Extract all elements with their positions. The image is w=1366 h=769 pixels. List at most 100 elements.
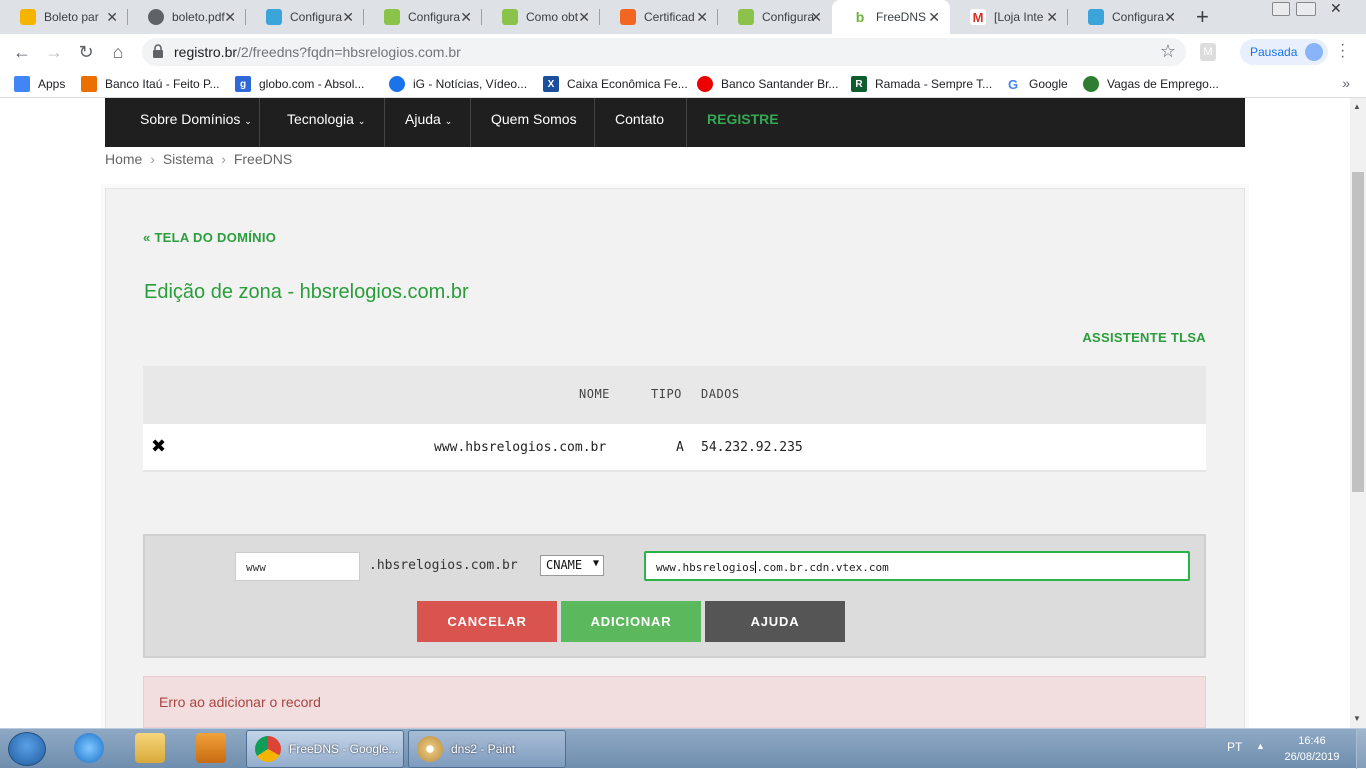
chrome-icon (255, 736, 281, 762)
browser-tab[interactable]: Certificad ✕ (600, 0, 718, 34)
bookmark-star-icon[interactable]: ☆ (1160, 41, 1176, 62)
bookmark-item[interactable]: iG - Notícias, Vídeo... (389, 75, 527, 93)
browser-tab[interactable]: Configura ✕ (364, 0, 482, 34)
chevron-down-icon: ⌄ (444, 116, 453, 126)
browser-tab[interactable]: Configura ✕ (718, 0, 832, 34)
new-tab-button[interactable]: + (1196, 6, 1209, 28)
browser-tab[interactable]: M [Loja Inte ✕ (950, 0, 1068, 34)
back-to-domain-link[interactable]: « TELA DO DOMÍNIO (143, 230, 276, 245)
error-message: Erro ao adicionar o record (159, 694, 321, 710)
close-tab-icon[interactable]: ✕ (810, 9, 822, 25)
close-tab-icon[interactable]: ✕ (1164, 9, 1176, 25)
error-alert: Erro ao adicionar o record (143, 676, 1206, 728)
browser-tab[interactable]: Boleto par ✕ (0, 0, 128, 34)
taskbar-paint[interactable]: dns2 - Paint (408, 730, 566, 768)
bookmark-label: Caixa Econômica Fe... (567, 77, 688, 91)
language-indicator[interactable]: PT (1227, 740, 1242, 754)
breadcrumb-sistema[interactable]: Sistema (163, 151, 214, 167)
bookmark-item[interactable]: Banco Itaú - Feito P... (81, 75, 220, 93)
tray-expand-icon[interactable]: ▲ (1256, 741, 1265, 751)
freedns-favicon-icon: b (852, 9, 868, 25)
browser-tab[interactable]: Configura ✕ (1068, 0, 1186, 34)
system-clock[interactable]: 16:46 26/08/2019 (1280, 733, 1344, 765)
close-tab-icon[interactable]: ✕ (224, 9, 236, 25)
browser-tab[interactable]: Configura ✕ (246, 0, 364, 34)
nav-item-registre[interactable]: REGISTRE (707, 111, 779, 127)
minimize-button[interactable] (1272, 2, 1290, 16)
internet-explorer-icon[interactable] (74, 733, 104, 763)
scrollbar-thumb[interactable] (1352, 172, 1364, 492)
menu-dots-icon[interactable]: · · · (1340, 37, 1345, 65)
maximize-button[interactable] (1296, 2, 1316, 16)
nav-item-tecnologia[interactable]: Tecnologia ⌄ (287, 111, 365, 127)
scroll-up-icon[interactable]: ▲ (1353, 102, 1361, 111)
close-window-button[interactable]: ✕ (1330, 0, 1342, 17)
bookmark-item[interactable]: G Google (1005, 75, 1068, 93)
record-type-select[interactable]: CNAME ▼ (540, 555, 604, 576)
globe-icon (148, 9, 164, 25)
bookmark-item[interactable]: Banco Santander Br... (697, 75, 838, 93)
cancel-button[interactable]: CANCELAR (417, 601, 557, 642)
taskbar-chrome[interactable]: FreeDNS - Google... (246, 730, 404, 768)
file-explorer-icon[interactable] (135, 733, 165, 763)
bookmark-label: Banco Itaú - Feito P... (105, 77, 220, 91)
close-tab-icon[interactable]: ✕ (578, 9, 590, 25)
close-tab-icon[interactable]: ✕ (1046, 9, 1058, 25)
show-desktop-button[interactable] (1356, 729, 1366, 769)
bookmark-item[interactable]: R Ramada - Sempre T... (851, 75, 992, 93)
browser-tab[interactable]: boleto.pdf ✕ (128, 0, 246, 34)
bookmark-label: Ramada - Sempre T... (875, 77, 993, 91)
column-header-type: TIPO (651, 387, 682, 401)
tlsa-assistant-link[interactable]: ASSISTENTE TLSA (1082, 330, 1206, 345)
add-button[interactable]: ADICIONAR (561, 601, 701, 642)
zone-editor-panel: « TELA DO DOMÍNIO Edição de zona - hbsre… (105, 188, 1245, 728)
back-arrow-icon[interactable]: ← (10, 40, 34, 64)
bookmark-item[interactable]: Vagas de Emprego... (1083, 75, 1219, 93)
tab-favicon-icon (20, 9, 36, 25)
browser-tab[interactable]: Como obt ✕ (482, 0, 600, 34)
close-tab-icon[interactable]: ✕ (460, 9, 472, 25)
close-tab-icon[interactable]: ✕ (106, 9, 118, 25)
paint-icon (417, 736, 443, 762)
ig-icon (389, 76, 405, 92)
record-data-input[interactable]: www.hbsrelogios.com.br.cdn.vtex.com (644, 551, 1190, 581)
bookmark-item[interactable]: X Caixa Econômica Fe... (543, 75, 688, 93)
nav-item-contato[interactable]: Contato (615, 111, 664, 127)
nav-item-quem-somos[interactable]: Quem Somos (491, 111, 577, 127)
reload-icon[interactable]: ↻ (74, 40, 98, 64)
profile-button[interactable]: Pausada (1240, 39, 1328, 65)
breadcrumb-home[interactable]: Home (105, 151, 142, 167)
nav-item-ajuda[interactable]: Ajuda ⌄ (405, 111, 452, 127)
dropdown-arrow-icon: ▼ (592, 558, 599, 569)
home-icon[interactable]: ⌂ (106, 40, 130, 64)
bookmark-item[interactable]: g globo.com - Absol... (235, 75, 364, 93)
forward-arrow-icon[interactable]: → (42, 40, 66, 64)
lock-icon (153, 44, 163, 58)
column-header-name: NOME (579, 387, 610, 401)
media-player-icon[interactable] (196, 733, 226, 763)
close-tab-icon[interactable]: ✕ (342, 9, 354, 25)
bookmark-label: Apps (38, 77, 66, 91)
page-scrollbar[interactable]: ▲ ▼ (1350, 98, 1366, 728)
close-tab-icon[interactable]: ✕ (928, 9, 940, 25)
avatar (1305, 43, 1323, 61)
extension-icon[interactable]: M (1200, 43, 1216, 61)
site-navigation: Sobre Domínios ⌄ Tecnologia ⌄ Ajuda ⌄ Qu… (105, 98, 1245, 147)
nav-item-sobre-dominios[interactable]: Sobre Domínios ⌄ (140, 111, 252, 127)
table-row: ✖ www.hbsrelogios.com.br A 54.232.92.235 (143, 424, 1206, 472)
record-name-input[interactable]: www (235, 552, 360, 581)
more-bookmarks-icon[interactable]: » (1342, 75, 1350, 91)
bookmark-label: globo.com - Absol... (259, 77, 365, 91)
bookmark-apps[interactable]: Apps (14, 75, 65, 93)
scroll-down-icon[interactable]: ▼ (1353, 714, 1361, 723)
delete-record-icon[interactable]: ✖ (151, 436, 166, 457)
close-tab-icon[interactable]: ✕ (696, 9, 708, 25)
start-button[interactable] (8, 732, 46, 766)
browser-tab-active[interactable]: b FreeDNS ✕ (832, 0, 950, 34)
address-bar[interactable]: registro.br/2/freedns?fqdn=hbsrelogios.c… (142, 38, 1186, 66)
profile-label: Pausada (1250, 45, 1298, 59)
cube-icon (266, 9, 282, 25)
url-text: registro.br/2/freedns?fqdn=hbsrelogios.c… (174, 44, 461, 60)
page-title: Edição de zona - hbsrelogios.com.br (144, 281, 469, 303)
help-button[interactable]: AJUDA (705, 601, 845, 642)
